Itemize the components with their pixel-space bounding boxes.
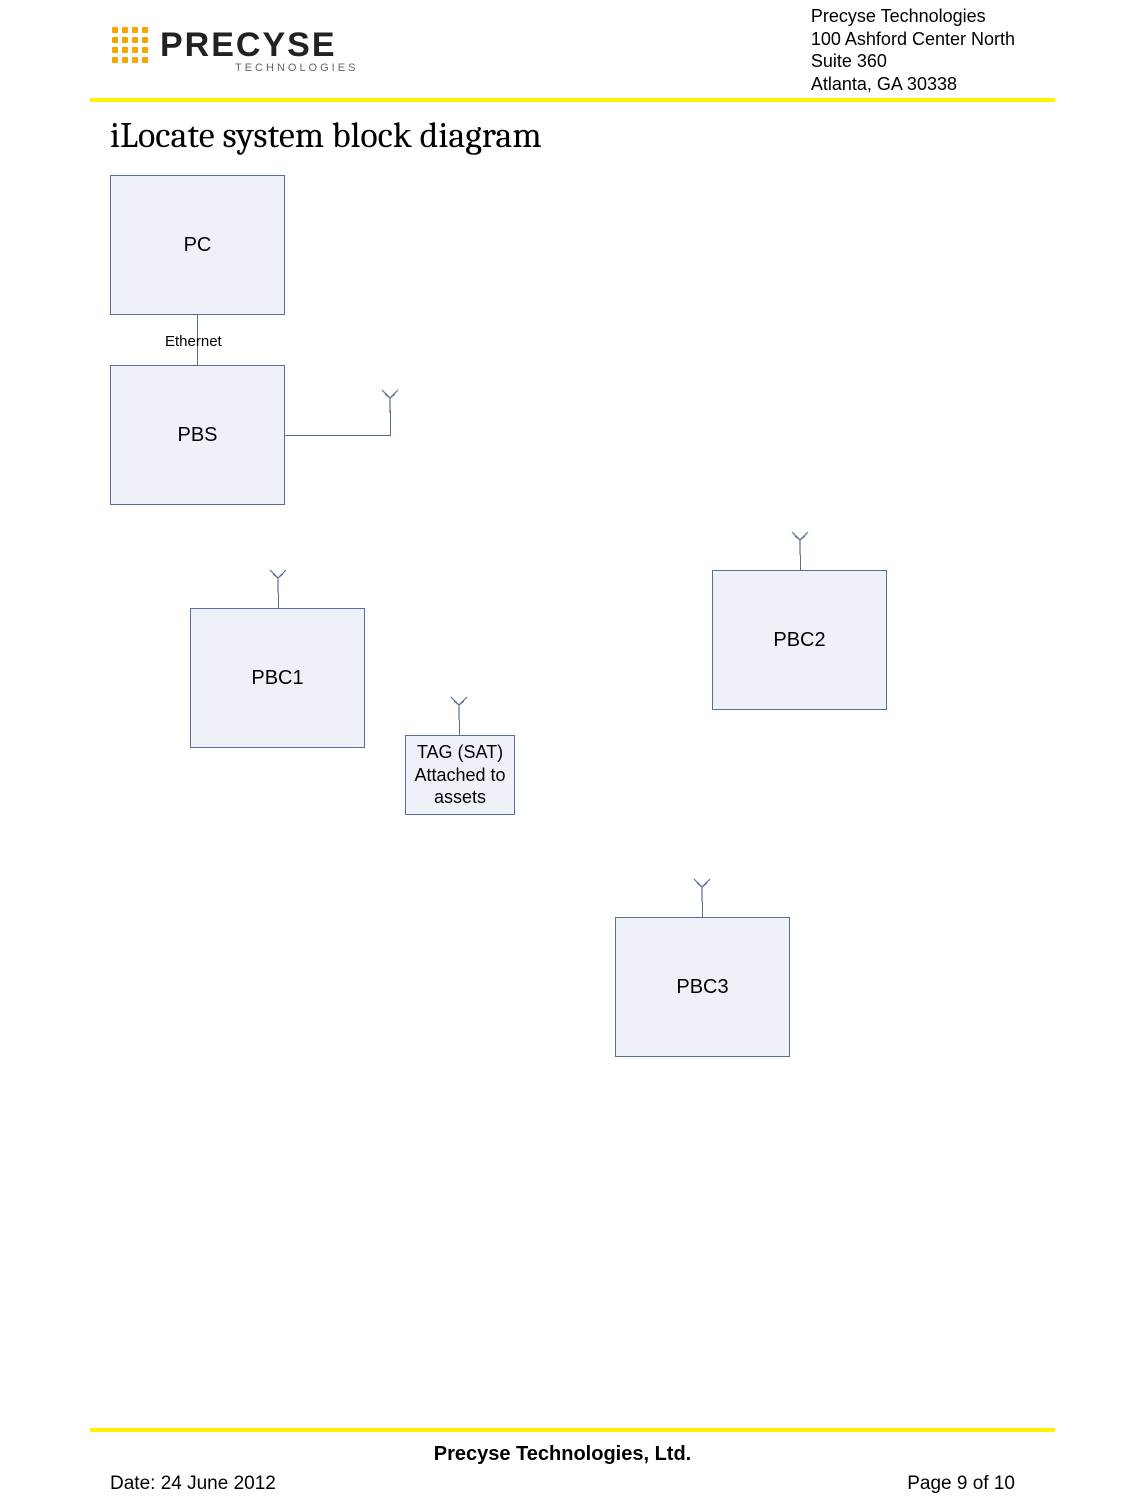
address-line: Precyse Technologies: [811, 5, 1015, 28]
connector: [278, 593, 279, 608]
connector: [285, 435, 390, 436]
logo-icon: [110, 25, 150, 65]
node-pbc1: PBC1: [190, 608, 365, 748]
footer-page: Page 9 of 10: [907, 1473, 1015, 1495]
page-title: iLocate system block diagram: [110, 115, 542, 156]
node-pbs: PBS: [110, 365, 285, 505]
address-line: 100 Ashford Center North: [811, 28, 1015, 51]
divider-top: [90, 98, 1055, 102]
company-logo: PRECYSE: [110, 25, 337, 65]
page-footer: Precyse Technologies, Ltd. Date: 24 June…: [0, 1438, 1125, 1510]
connector: [702, 902, 703, 917]
antenna-icon: [790, 530, 810, 555]
tag-line: assets: [414, 786, 505, 809]
logo-text: PRECYSE: [160, 26, 337, 65]
footer-date: Date: 24 June 2012: [110, 1473, 276, 1495]
tag-line: Attached to: [414, 764, 505, 787]
company-address: Precyse Technologies 100 Ashford Center …: [811, 5, 1015, 95]
footer-company: Precyse Technologies, Ltd.: [0, 1443, 1125, 1466]
logo-subtext: TECHNOLOGIES: [235, 62, 358, 74]
antenna-icon: [449, 695, 469, 720]
node-tag: TAG (SAT) Attached to assets: [405, 735, 515, 815]
antenna-icon: [380, 388, 400, 413]
node-pc: PC: [110, 175, 285, 315]
antenna-icon: [268, 568, 288, 593]
address-line: Atlanta, GA 30338: [811, 73, 1015, 96]
node-pbc2: PBC2: [712, 570, 887, 710]
ethernet-label: Ethernet: [165, 333, 222, 350]
connector: [459, 720, 460, 735]
page-header: PRECYSE TECHNOLOGIES Precyse Technologie…: [0, 0, 1125, 98]
node-pbc3: PBC3: [615, 917, 790, 1057]
divider-bottom: [90, 1428, 1055, 1432]
connector: [800, 555, 801, 570]
tag-line: TAG (SAT): [414, 741, 505, 764]
connector: [390, 410, 391, 436]
block-diagram: PC Ethernet PBS PBC1 PBC2 TAG (SAT) Atta…: [110, 175, 960, 1225]
antenna-icon: [692, 877, 712, 902]
address-line: Suite 360: [811, 50, 1015, 73]
